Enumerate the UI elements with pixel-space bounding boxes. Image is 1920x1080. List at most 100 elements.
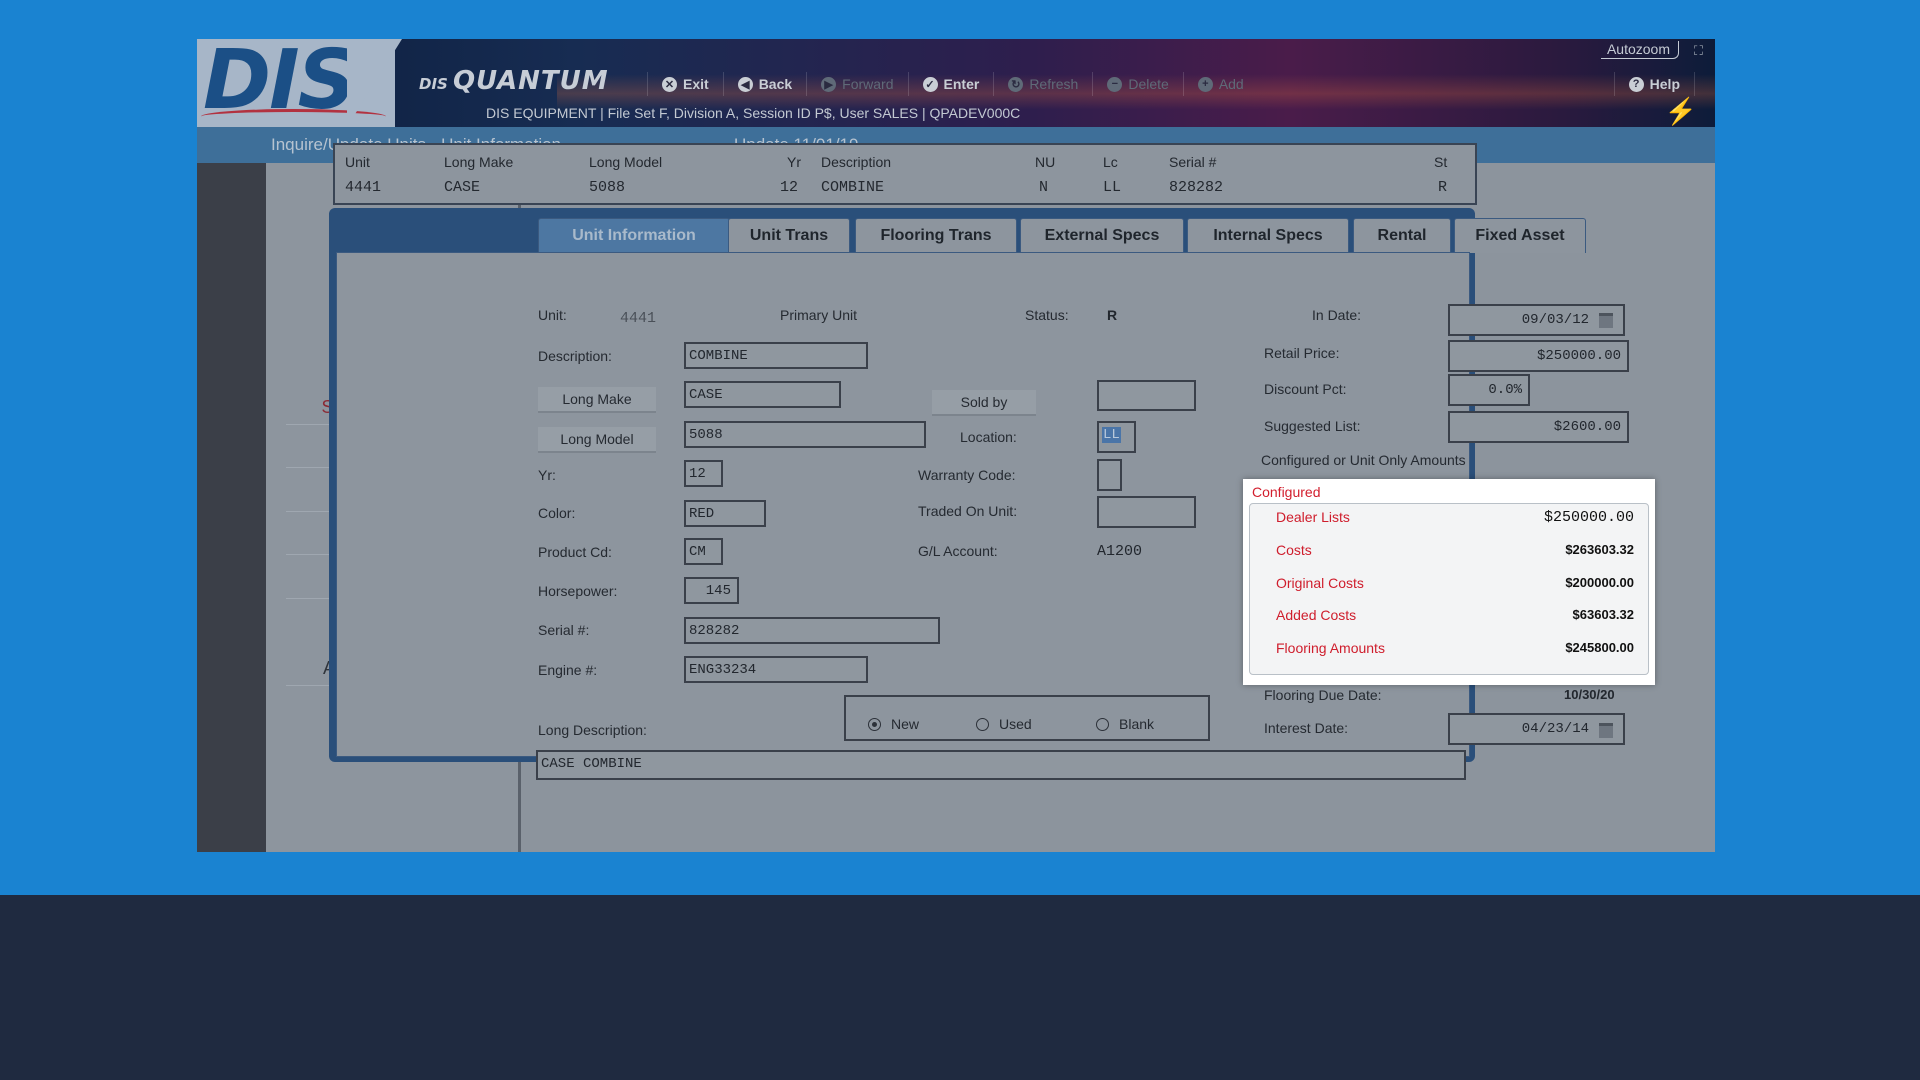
condition-radio-group: New Used Blank xyxy=(844,695,1210,741)
autozoom-button[interactable]: Autozoom xyxy=(1600,41,1679,59)
tab-external-specs[interactable]: External Specs xyxy=(1020,218,1184,253)
refresh-icon: ↻ xyxy=(1008,76,1024,92)
summary-header-description: Description xyxy=(821,154,892,170)
tab-unit-information[interactable]: Unit Information xyxy=(538,218,730,253)
tab-flooring-trans[interactable]: Flooring Trans xyxy=(855,218,1017,253)
summary-header-long-model: Long Model xyxy=(589,154,663,170)
radio-used[interactable]: Used xyxy=(976,716,1032,732)
yr-label: Yr: xyxy=(538,467,556,483)
product-cd-field[interactable]: CM xyxy=(684,538,723,565)
radio-new[interactable]: New xyxy=(868,716,919,732)
help-button[interactable]: ? Help xyxy=(1613,72,1695,96)
in-date-label: In Date: xyxy=(1312,307,1362,323)
summary-header-lc: Lc xyxy=(1103,154,1118,170)
popup-row-label: Dealer Lists xyxy=(1276,509,1350,525)
add-button[interactable]: + Add xyxy=(1182,72,1258,96)
traded-on-unit-field[interactable] xyxy=(1097,496,1196,528)
radio-blank[interactable]: Blank xyxy=(1096,716,1154,732)
interest-date-label: Interest Date: xyxy=(1264,720,1349,736)
exit-label: Exit xyxy=(683,76,709,92)
brand-name: QUANTUM xyxy=(452,66,609,96)
radio-blank-dot xyxy=(1096,717,1109,731)
color-field[interactable]: RED xyxy=(684,500,766,527)
summary-long-make: CASE xyxy=(444,179,481,196)
popup-row-added-costs[interactable]: Added Costs $63603.32 xyxy=(1250,602,1648,628)
popup-row-label: Original Costs xyxy=(1276,575,1364,591)
session-info: DIS EQUIPMENT | File Set F, Division A, … xyxy=(486,105,1021,121)
unit-value: 4441 xyxy=(620,310,657,327)
summary-header-unit: Unit xyxy=(345,154,370,170)
long-make-button[interactable]: Long Make xyxy=(538,387,656,413)
summary-header-long-make: Long Make xyxy=(444,154,514,170)
gl-account-label: G/L Account: xyxy=(918,543,998,559)
exit-button[interactable]: ✕ Exit xyxy=(647,72,723,96)
close-circle-icon: ✕ xyxy=(662,76,677,92)
question-icon: ? xyxy=(1628,76,1644,92)
summary-description: COMBINE xyxy=(821,179,885,196)
calendar-icon[interactable] xyxy=(1599,313,1613,328)
tab-unit-trans[interactable]: Unit Trans xyxy=(728,218,850,253)
popup-row-label: Flooring Amounts xyxy=(1276,640,1385,656)
product-cd-label: Product Cd: xyxy=(538,544,612,560)
description-field[interactable]: COMBINE xyxy=(684,342,868,369)
summary-yr: 12 xyxy=(780,179,799,196)
long-make-field[interactable]: CASE xyxy=(684,381,841,408)
serial-label: Serial #: xyxy=(538,622,590,638)
check-circle-icon: ✓ xyxy=(922,76,938,92)
enter-button[interactable]: ✓ Enter xyxy=(907,72,994,96)
expand-icon[interactable]: ⛶ xyxy=(1694,43,1703,59)
configured-popup: Configured Dealer Lists $250000.00 Costs… xyxy=(1243,479,1655,685)
location-field[interactable]: LL xyxy=(1097,421,1136,453)
forward-button[interactable]: ▶ Forward xyxy=(806,72,907,96)
popup-row-costs[interactable]: Costs $263603.32 xyxy=(1250,537,1648,563)
suggested-list-label: Suggested List: xyxy=(1264,418,1361,434)
refresh-label: Refresh xyxy=(1029,76,1079,92)
warranty-code-field[interactable] xyxy=(1097,459,1122,491)
configured-amounts-label: Configured or Unit Only Amounts xyxy=(1261,452,1466,468)
plus-circle-icon: + xyxy=(1197,76,1213,92)
summary-header-serial: Serial # xyxy=(1169,154,1217,170)
status-value: R xyxy=(1107,307,1118,323)
forward-arrow-icon: ▶ xyxy=(821,76,837,92)
long-model-button[interactable]: Long Model xyxy=(538,427,656,453)
refresh-button[interactable]: ↻ Refresh xyxy=(993,72,1092,96)
tab-internal-specs[interactable]: Internal Specs xyxy=(1187,218,1349,253)
popup-row-original-costs[interactable]: Original Costs $200000.00 xyxy=(1250,570,1648,596)
serial-field[interactable]: 828282 xyxy=(684,617,940,644)
horsepower-field[interactable]: 145 xyxy=(684,577,739,604)
popup-row-flooring-amounts[interactable]: Flooring Amounts $245800.00 xyxy=(1250,635,1648,661)
calendar-icon[interactable] xyxy=(1599,723,1613,738)
lightning-bolt-icon[interactable]: ⚡ xyxy=(1665,96,1697,127)
tab-fixed-asset[interactable]: Fixed Asset xyxy=(1454,218,1586,253)
suggested-list-field[interactable]: $2600.00 xyxy=(1448,411,1629,443)
long-model-field[interactable]: 5088 xyxy=(684,421,926,448)
popup-row-value: $63603.32 xyxy=(1572,607,1634,622)
flooring-due-value: 10/30/20 xyxy=(1564,687,1615,702)
engine-field[interactable]: ENG33234 xyxy=(684,656,868,683)
delete-button[interactable]: − Delete xyxy=(1092,72,1182,96)
forward-label: Forward xyxy=(842,76,894,92)
retail-price-label: Retail Price: xyxy=(1264,345,1340,361)
sold-by-button[interactable]: Sold by xyxy=(932,390,1036,416)
radio-blank-label: Blank xyxy=(1119,716,1155,732)
retail-price-field[interactable]: $250000.00 xyxy=(1448,340,1629,372)
summary-serial: 828282 xyxy=(1169,179,1224,196)
long-description-field[interactable]: CASE COMBINE xyxy=(536,750,1466,780)
back-arrow-icon: ◀ xyxy=(737,76,753,92)
flooring-due-label: Flooring Due Date: xyxy=(1264,687,1382,703)
popup-row-label: Costs xyxy=(1276,542,1312,558)
popup-title: Configured xyxy=(1252,484,1321,500)
summary-long-model: 5088 xyxy=(589,179,626,196)
summary-nu: N xyxy=(1039,179,1049,196)
sold-by-field[interactable] xyxy=(1097,380,1196,411)
add-label: Add xyxy=(1218,76,1244,92)
yr-field[interactable]: 12 xyxy=(684,460,723,487)
popup-row-dealer-lists[interactable]: Dealer Lists $250000.00 xyxy=(1250,504,1648,530)
summary-st: R xyxy=(1438,179,1448,196)
discount-pct-field[interactable]: 0.0% xyxy=(1448,374,1530,406)
unit-summary: Unit Long Make Long Model Yr Description… xyxy=(333,143,1477,205)
back-button[interactable]: ◀ Back xyxy=(722,72,806,96)
primary-unit-label: Primary Unit xyxy=(780,307,858,323)
tab-rental[interactable]: Rental xyxy=(1353,218,1451,253)
radio-used-label: Used xyxy=(999,716,1032,732)
